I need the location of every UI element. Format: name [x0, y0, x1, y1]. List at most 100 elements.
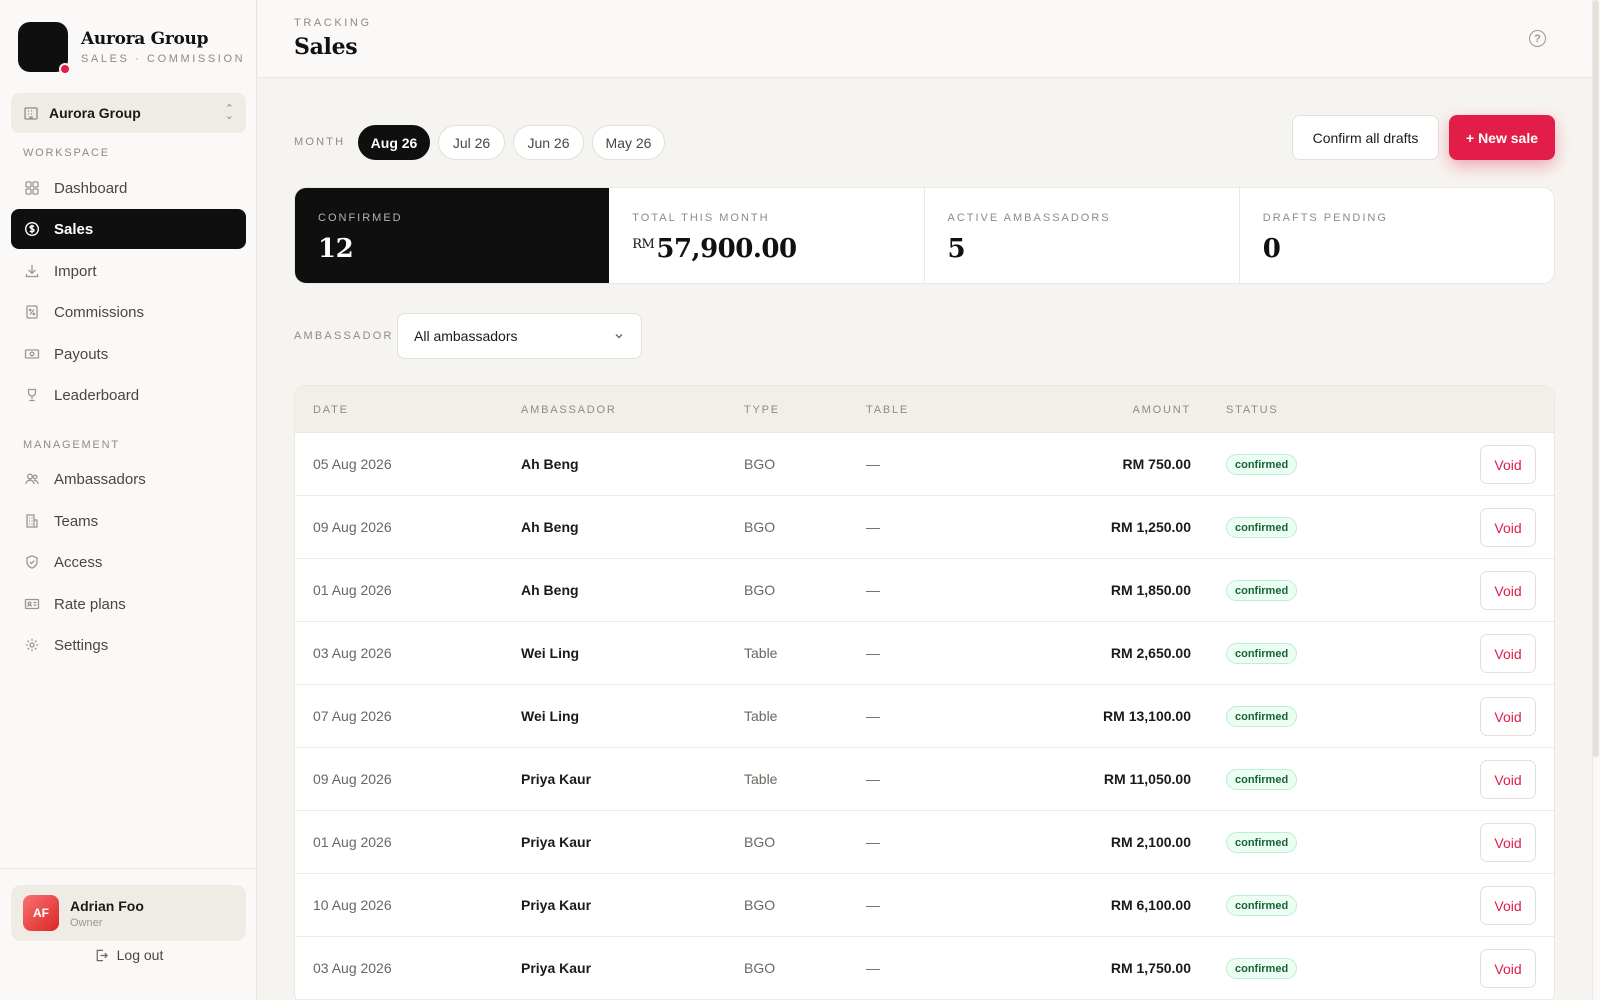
cell-ambassador: Wei Ling [521, 645, 580, 661]
scrollbar-thumb[interactable] [1593, 0, 1599, 757]
table-row: 03 Aug 2026 Priya Kaur BGO — RM 1,750.00 conf… [295, 937, 1554, 1000]
trophy-icon [27, 388, 37, 402]
cell-type: BGO [744, 897, 776, 913]
sidebar-item-label: Access [54, 553, 103, 571]
cell-ambassador: Priya Kaur [521, 834, 592, 850]
cell-type: BGO [744, 582, 776, 598]
org-switcher[interactable]: Aurora Group ⌃ ⌄ [11, 93, 246, 133]
column-header-ambassador: AMBASSADOR [521, 404, 617, 416]
logout-button[interactable]: Log out [0, 947, 257, 963]
void-button[interactable]: Void [1480, 508, 1536, 547]
column-header-type: TYPE [744, 404, 780, 416]
stat-drafts-pending: DRAFTS PENDING 0 [1240, 188, 1554, 283]
dollar-circle-icon [24, 221, 40, 237]
cell-type: BGO [744, 834, 776, 850]
ambassador-select-value: All ambassadors [414, 328, 518, 344]
month-pill-aug-26[interactable]: Aug 26 [358, 125, 430, 160]
cell-table: — [866, 582, 880, 598]
stat-label: ACTIVE AMBASSADORS [947, 212, 1111, 224]
org-name: Aurora Group [49, 105, 141, 121]
brand: Aurora Group SALES · COMMISSION [18, 22, 246, 75]
cell-amount: RM 2,650.00 [1110, 645, 1191, 661]
sidebar-item-access[interactable]: Access [11, 542, 246, 582]
status-badge: confirmed [1226, 580, 1298, 601]
management-section-label: MANAGEMENT [23, 439, 120, 451]
sidebar-item-ambassadors[interactable]: Ambassadors [11, 459, 246, 499]
cell-date: 03 Aug 2026 [313, 645, 392, 661]
cell-type: BGO [744, 960, 776, 976]
confirm-all-drafts-button[interactable]: Confirm all drafts [1292, 115, 1439, 160]
page-title: Sales [294, 34, 358, 60]
shield-icon [26, 555, 38, 569]
cell-table: — [866, 771, 880, 787]
sidebar-item-label: Rate plans [54, 595, 126, 613]
sidebar-item-label: Import [54, 262, 97, 280]
void-button[interactable]: Void [1480, 823, 1536, 862]
sidebar-item-label: Payouts [54, 345, 109, 363]
grid-icon [25, 181, 39, 195]
download-icon [25, 265, 39, 278]
cell-table: — [866, 897, 880, 913]
brand-subtitle: SALES · COMMISSION [81, 53, 246, 65]
sidebar-item-label: Ambassadors [54, 470, 146, 488]
table-row: 01 Aug 2026 Ah Beng BGO — RM 1,850.00 confirm… [295, 559, 1554, 622]
page-eyebrow: TRACKING [294, 17, 372, 29]
stat-label: DRAFTS PENDING [1262, 212, 1388, 224]
sidebar-item-dashboard[interactable]: Dashboard [11, 168, 246, 208]
logout-label: Log out [116, 947, 164, 963]
new-sale-button[interactable]: + New sale [1449, 115, 1555, 160]
cell-amount: RM 6,100.00 [1110, 897, 1191, 913]
stat-confirmed: CONFIRMED 12 [295, 188, 610, 283]
cell-amount: RM 2,100.00 [1110, 834, 1191, 850]
sidebar-item-settings[interactable]: Settings [11, 625, 246, 665]
sidebar-item-label: Leaderboard [54, 386, 140, 404]
user-card[interactable]: AF Adrian Foo Owner [11, 885, 246, 941]
status-badge: confirmed [1226, 517, 1298, 538]
cell-type: Table [744, 771, 778, 787]
sidebar-item-payouts[interactable]: Payouts [11, 334, 246, 374]
sidebar-item-import[interactable]: Import [11, 251, 246, 291]
table-row: 09 Aug 2026 Ah Beng BGO — RM 1,250.00 confirm… [295, 496, 1554, 559]
month-pill-jun-26[interactable]: Jun 26 [513, 125, 584, 160]
cell-amount: RM 750.00 [1122, 456, 1191, 472]
sidebar-item-label: Dashboard [54, 179, 128, 197]
void-button[interactable]: Void [1480, 886, 1536, 925]
table-row: 01 Aug 2026 Priya Kaur BGO — RM 2,100.00 conf… [295, 811, 1554, 874]
cell-ambassador: Ah Beng [521, 456, 579, 472]
month-pill-jul-26[interactable]: Jul 26 [438, 125, 505, 160]
sidebar-item-leaderboard[interactable]: Leaderboard [11, 375, 246, 415]
sidebar-item-teams[interactable]: Teams [11, 501, 246, 541]
cell-table: — [866, 645, 880, 661]
void-button[interactable]: Void [1480, 445, 1536, 484]
gear-icon [25, 638, 39, 652]
sidebar-item-commissions[interactable]: Commissions [11, 292, 246, 332]
building-icon [26, 514, 38, 528]
users-icon [25, 473, 39, 485]
cell-table: — [866, 519, 880, 535]
cell-ambassador: Priya Kaur [521, 897, 592, 913]
id-card-icon [24, 598, 40, 610]
table-row: 03 Aug 2026 Wei Ling Table — RM 2,650.00 conf… [295, 622, 1554, 685]
cell-ambassador: Priya Kaur [521, 960, 592, 976]
workspace-section-label: WORKSPACE [23, 147, 110, 159]
void-button[interactable]: Void [1480, 571, 1536, 610]
help-icon[interactable]: ? [1529, 30, 1546, 47]
void-button[interactable]: Void [1480, 760, 1536, 799]
void-button[interactable]: Void [1480, 634, 1536, 673]
void-button[interactable]: Void [1480, 949, 1536, 988]
cell-ambassador: Priya Kaur [521, 771, 592, 787]
status-badge: confirmed [1226, 454, 1298, 475]
void-button[interactable]: Void [1480, 697, 1536, 736]
sidebar-item-sales[interactable]: Sales [11, 209, 246, 249]
page-header: TRACKING Sales ? [258, 0, 1592, 78]
status-badge: confirmed [1226, 769, 1298, 790]
ambassador-select[interactable]: All ambassadors [397, 313, 642, 359]
table-row: 10 Aug 2026 Priya Kaur BGO — RM 6,100.00 conf… [295, 874, 1554, 937]
month-pill-may-26[interactable]: May 26 [592, 125, 665, 160]
stat-active-ambassadors: ACTIVE AMBASSADORS 5 [925, 188, 1240, 283]
user-name: Adrian Foo [70, 897, 144, 914]
cell-date: 05 Aug 2026 [313, 456, 392, 472]
sidebar-item-rate-plans[interactable]: Rate plans [11, 584, 246, 624]
logout-icon [96, 949, 108, 961]
building-icon [24, 107, 38, 120]
